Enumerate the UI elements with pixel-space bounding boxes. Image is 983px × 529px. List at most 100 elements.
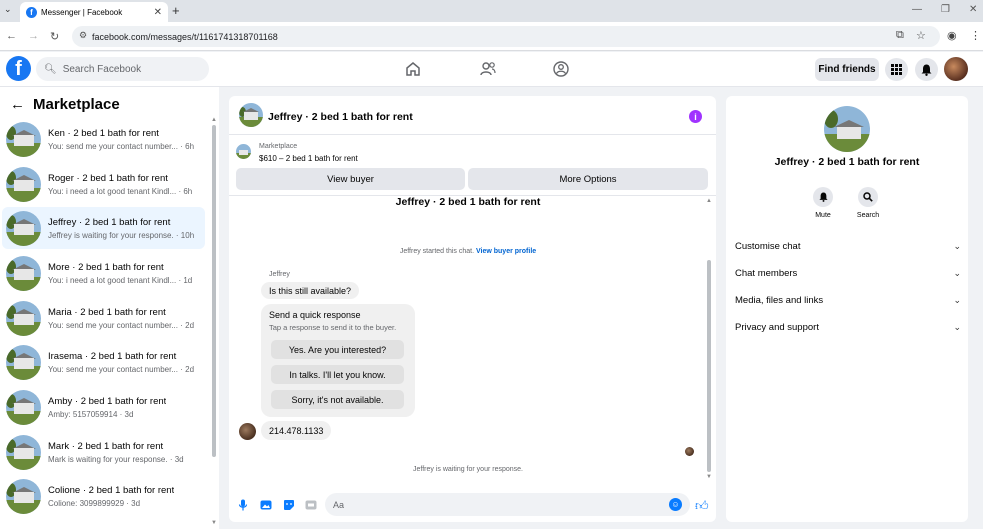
- chat-scrollbar[interactable]: [707, 260, 711, 472]
- facebook-search-input[interactable]: 🔍︎ Search Facebook: [36, 57, 209, 81]
- quick-reply-yes-button[interactable]: Yes. Are you interested?: [271, 340, 404, 359]
- message-placeholder: Aa: [333, 499, 345, 510]
- gif-icon[interactable]: [305, 499, 317, 511]
- bookmark-star-icon[interactable]: ☆: [916, 29, 926, 42]
- conversation-item[interactable]: Jeffrey · 2 bed 1 bath for rent Jeffrey i…: [2, 207, 205, 249]
- window-close-icon[interactable]: ✕: [969, 4, 977, 15]
- back-icon[interactable]: ←: [6, 30, 17, 42]
- conversation-item[interactable]: Mark · 2 bed 1 bath for rent Mark is wait…: [2, 431, 205, 473]
- conversation-name: Mark · 2 bed 1 bath for rent: [48, 440, 164, 452]
- view-buyer-profile-link[interactable]: View buyer profile: [476, 248, 536, 255]
- conversation-name: Amby · 2 bed 1 bath for rent: [48, 395, 167, 407]
- browser-menu-icon[interactable]: ⋮: [970, 29, 981, 42]
- site-info-icon[interactable]: ⚙: [79, 30, 87, 41]
- marketplace-header: ← Marketplace: [10, 96, 120, 113]
- chat-members-section[interactable]: Chat members ⌄: [735, 268, 961, 279]
- listing-price[interactable]: $610 – 2 bed 1 bath for rent: [259, 154, 358, 163]
- chevron-down-icon: ⌄: [953, 322, 961, 332]
- emoji-icon[interactable]: ☺: [669, 498, 682, 511]
- back-arrow-icon[interactable]: ←: [10, 96, 25, 113]
- chat-scroll-up-icon[interactable]: ▲: [706, 198, 712, 204]
- tab-close-icon[interactable]: ✕: [154, 7, 162, 18]
- restore-icon[interactable]: ❐: [941, 4, 950, 15]
- conversation-thumbnail: [6, 210, 41, 246]
- more-options-button[interactable]: More Options: [468, 168, 708, 190]
- search-icon: [863, 192, 873, 202]
- section-label: Privacy and support: [735, 322, 819, 333]
- new-tab-button[interactable]: +: [172, 3, 180, 18]
- message-input[interactable]: Aa ☺: [325, 493, 690, 516]
- facebook-logo[interactable]: f: [6, 56, 31, 81]
- privacy-support-section[interactable]: Privacy and support ⌄: [735, 322, 961, 333]
- groups-icon[interactable]: [552, 60, 570, 78]
- chat-title[interactable]: Jeffrey · 2 bed 1 bath for rent: [268, 111, 413, 123]
- quick-response-title: Send a quick response: [269, 310, 361, 320]
- chat-scroll-down-icon[interactable]: ▼: [706, 474, 712, 480]
- marketplace-panel: ← Marketplace Ken · 2 bed 1 bath for ren…: [0, 87, 219, 529]
- chat-header: Jeffrey · 2 bed 1 bath for rent i: [229, 96, 716, 135]
- search-conversation-button[interactable]: [858, 187, 878, 207]
- conversation-preview: You: send me your contact number... · 2d: [48, 364, 195, 374]
- conversation-item[interactable]: Colione · 2 bed 1 bath for rent Colione: …: [2, 475, 205, 517]
- forward-icon[interactable]: →: [28, 30, 39, 42]
- conversation-name: Irasema · 2 bed 1 bath for rent: [48, 350, 177, 362]
- conversation-item[interactable]: Maria · 2 bed 1 bath for rent You: send m…: [2, 297, 205, 339]
- find-friends-button[interactable]: Find friends: [815, 58, 879, 81]
- quick-reply-in-talks-button[interactable]: In talks. I'll let you know.: [271, 365, 404, 384]
- reload-icon[interactable]: ↻: [50, 30, 59, 43]
- phone-message[interactable]: 214.478.1133: [261, 421, 332, 440]
- quick-response-subtitle: Tap a response to send it to the buyer.: [269, 323, 397, 332]
- browser-tab[interactable]: f Messenger | Facebook ✕: [20, 2, 168, 22]
- waiting-notice: Jeffrey is waiting for your response.: [413, 466, 523, 473]
- conversation-thumbnail: [6, 166, 41, 202]
- search-icon: 🔍︎: [44, 63, 57, 75]
- incoming-message[interactable]: Is this still available?: [261, 282, 360, 299]
- scroll-down-icon[interactable]: ▼: [211, 520, 217, 526]
- section-label: Customise chat: [735, 241, 801, 252]
- conversation-details-panel: Jeffrey · 2 bed 1 bath for rent Mute Sea…: [726, 96, 968, 522]
- conversation-thumbnail: [6, 389, 41, 425]
- listing-thumbnail: [236, 144, 251, 159]
- scroll-up-icon[interactable]: ▲: [211, 117, 217, 123]
- sender-name: Jeffrey: [269, 271, 290, 278]
- sender-avatar[interactable]: [239, 423, 256, 440]
- microphone-icon[interactable]: [237, 499, 249, 511]
- conversation-name: Ken · 2 bed 1 bath for rent: [48, 127, 159, 139]
- media-files-links-section[interactable]: Media, files and links ⌄: [735, 295, 961, 306]
- url-field[interactable]: ⚙ facebook.com/messages/t/11617413187011…: [72, 26, 940, 47]
- customise-chat-section[interactable]: Customise chat ⌄: [735, 241, 961, 252]
- menu-grid-icon[interactable]: [885, 58, 908, 81]
- conversation-item[interactable]: Irasema · 2 bed 1 bath for rent You: send…: [2, 341, 205, 383]
- details-title: Jeffrey · 2 bed 1 bath for rent: [774, 156, 920, 168]
- profile-icon[interactable]: ◉: [947, 29, 957, 42]
- left-scrollbar[interactable]: [212, 125, 216, 457]
- sticker-icon[interactable]: [283, 499, 295, 511]
- thread-title: Jeffrey · 2 bed 1 bath for rent: [395, 196, 541, 208]
- home-icon[interactable]: [404, 60, 422, 78]
- account-avatar[interactable]: [944, 57, 968, 81]
- thumbs-up-icon[interactable]: 👍︎: [695, 498, 709, 514]
- conversation-item[interactable]: Amby · 2 bed 1 bath for rent Amby: 515705…: [2, 386, 205, 428]
- url-text: facebook.com/messages/t/1161741318701168: [92, 31, 278, 42]
- started-text: Jeffrey started this chat.: [399, 248, 475, 255]
- conversation-name: Roger · 2 bed 1 bath for rent: [48, 172, 168, 184]
- minimize-icon[interactable]: —: [912, 4, 922, 15]
- details-avatar[interactable]: [824, 106, 870, 152]
- conversation-item[interactable]: More · 2 bed 1 bath for rent You: i need …: [2, 252, 205, 294]
- conversation-item[interactable]: Roger · 2 bed 1 bath for rent You: i need…: [2, 163, 205, 205]
- quick-reply-not-available-button[interactable]: Sorry, it's not available.: [271, 390, 404, 409]
- chevron-down-icon: ⌄: [953, 295, 961, 305]
- conversation-preview: Colione: 3099899929 · 3d: [48, 498, 141, 508]
- view-buyer-button[interactable]: View buyer: [236, 168, 465, 190]
- install-icon[interactable]: ⧉: [896, 29, 904, 42]
- info-icon[interactable]: i: [689, 110, 702, 123]
- notifications-bell-icon[interactable]: [915, 58, 938, 81]
- read-receipt-avatar: [685, 447, 694, 456]
- chat-header-avatar[interactable]: [239, 103, 263, 127]
- photo-icon[interactable]: [260, 499, 272, 511]
- mute-button[interactable]: [813, 187, 833, 207]
- conversation-item[interactable]: Ken · 2 bed 1 bath for rent You: send me …: [2, 118, 205, 160]
- bell-icon: [818, 192, 828, 202]
- friends-icon[interactable]: [479, 60, 497, 78]
- tab-search-icon[interactable]: ⌄: [4, 4, 12, 15]
